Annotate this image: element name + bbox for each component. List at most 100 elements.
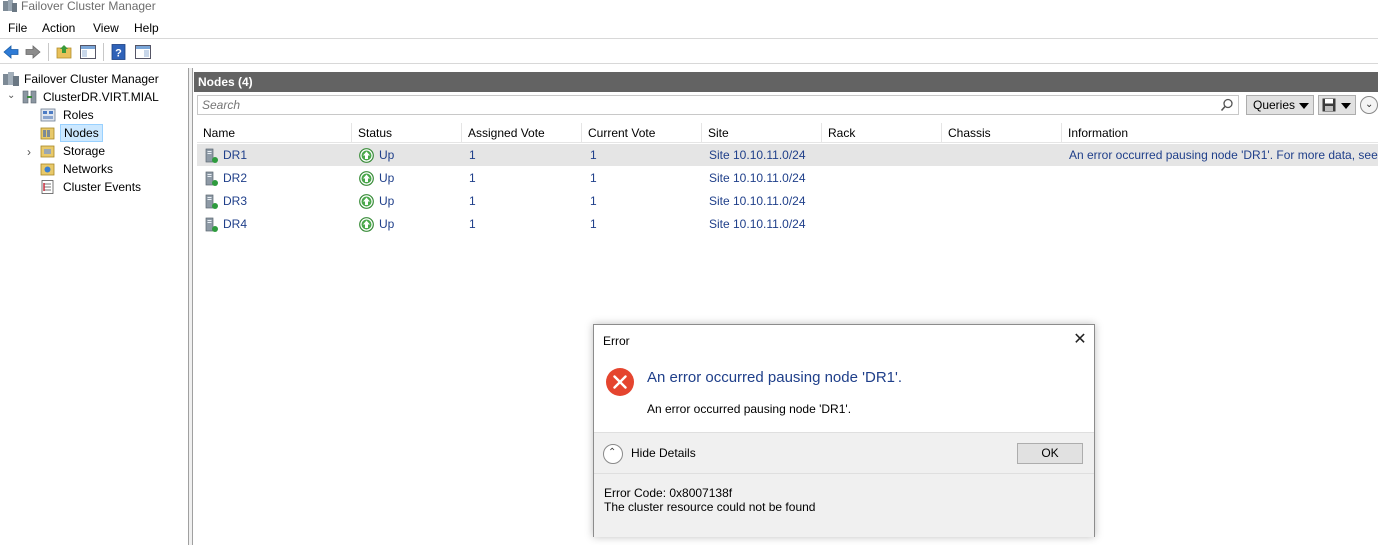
cell-name: DR1 bbox=[205, 144, 345, 166]
status-text: Up bbox=[379, 217, 395, 231]
table-row[interactable]: DR4 Up 1 1 Site 10.10.11.0/24 bbox=[197, 213, 1378, 235]
server-node-icon bbox=[205, 217, 218, 232]
storage-icon bbox=[40, 145, 55, 158]
cell-rack bbox=[829, 144, 939, 166]
chevron-up-icon[interactable]: ⌃ bbox=[603, 444, 623, 464]
search-icon[interactable] bbox=[1220, 98, 1234, 112]
tree-root-label: Failover Cluster Manager bbox=[24, 72, 159, 86]
networks-icon bbox=[40, 163, 55, 176]
tree-item-label: Nodes bbox=[60, 124, 103, 142]
cell-current-vote: 1 bbox=[590, 171, 597, 185]
cell-site: Site 10.10.11.0/24 bbox=[709, 217, 806, 231]
dialog-message: An error occurred pausing node 'DR1'. bbox=[647, 402, 852, 416]
column-header-name[interactable]: Name bbox=[197, 123, 352, 143]
ok-button[interactable]: OK bbox=[1017, 443, 1083, 464]
save-icon bbox=[1322, 98, 1336, 112]
cell-information bbox=[1069, 190, 1378, 212]
dialog-footer: ⌃ Hide Details OK Error Code: 0x8007138f… bbox=[594, 432, 1094, 537]
menu-view[interactable]: View bbox=[93, 20, 119, 36]
roles-icon bbox=[40, 108, 56, 122]
save-query-dropdown[interactable] bbox=[1318, 95, 1356, 115]
cluster-manager-icon bbox=[3, 0, 17, 12]
chevron-down-icon[interactable]: ⌄ bbox=[7, 90, 15, 101]
cell-current-vote: 1 bbox=[590, 194, 597, 208]
node-name: DR2 bbox=[223, 171, 248, 185]
tree-item-label: Networks bbox=[63, 162, 114, 176]
window-title: Failover Cluster Manager bbox=[21, 0, 156, 13]
collapse-search-button[interactable]: ⌄ bbox=[1360, 96, 1378, 114]
search-box[interactable] bbox=[197, 95, 1239, 115]
menu-action[interactable]: Action bbox=[42, 20, 75, 36]
error-details: Error Code: 0x8007138f The cluster resou… bbox=[604, 486, 815, 514]
column-header-status[interactable]: Status bbox=[352, 123, 462, 143]
tree-item-label: Roles bbox=[63, 108, 94, 122]
cell-assigned-vote: 1 bbox=[469, 217, 476, 231]
cell-site: Site 10.10.11.0/24 bbox=[709, 171, 806, 185]
dialog-title: Error bbox=[603, 334, 630, 348]
status-up-icon bbox=[359, 194, 374, 209]
toolbar: ? bbox=[0, 40, 1378, 64]
cell-status: Up bbox=[359, 144, 459, 166]
status-up-icon bbox=[359, 148, 374, 163]
hide-details-label[interactable]: Hide Details bbox=[631, 446, 696, 460]
cell-information bbox=[1069, 167, 1378, 189]
status-text: Up bbox=[379, 171, 395, 185]
status-up-icon bbox=[359, 217, 374, 232]
status-text: Up bbox=[379, 148, 395, 162]
close-icon[interactable]: ✕ bbox=[1072, 332, 1088, 348]
cell-rack bbox=[829, 167, 939, 189]
pane-header: Nodes (4) bbox=[194, 72, 1378, 92]
table-row[interactable]: DR1 Up 1 1 Site 10.10.11.0/24 An error o… bbox=[197, 144, 1378, 166]
cell-chassis bbox=[949, 167, 1059, 189]
nodes-icon bbox=[40, 127, 55, 140]
back-arrow-icon[interactable] bbox=[2, 43, 20, 61]
show-hide-tree-icon[interactable] bbox=[79, 43, 97, 61]
status-text: Up bbox=[379, 194, 395, 208]
menu-file[interactable]: File bbox=[8, 20, 27, 36]
column-header-assigned-vote[interactable]: Assigned Vote bbox=[462, 123, 582, 143]
menu-help[interactable]: Help bbox=[134, 20, 159, 36]
table-row[interactable]: DR3 Up 1 1 Site 10.10.11.0/24 bbox=[197, 190, 1378, 212]
table-row[interactable]: DR2 Up 1 1 Site 10.10.11.0/24 bbox=[197, 167, 1378, 189]
search-input[interactable] bbox=[202, 97, 1212, 113]
cell-status: Up bbox=[359, 190, 459, 212]
error-icon bbox=[606, 368, 634, 396]
grid-header: Name Status Assigned Vote Current Vote S… bbox=[197, 123, 1378, 143]
chevron-right-icon[interactable]: › bbox=[27, 145, 31, 159]
queries-dropdown[interactable]: Queries bbox=[1246, 95, 1314, 115]
column-header-rack[interactable]: Rack bbox=[822, 123, 942, 143]
cell-status: Up bbox=[359, 167, 459, 189]
dialog-heading: An error occurred pausing node 'DR1'. bbox=[647, 369, 903, 386]
cell-assigned-vote: 1 bbox=[469, 171, 476, 185]
column-header-chassis[interactable]: Chassis bbox=[942, 123, 1062, 143]
cell-rack bbox=[829, 190, 939, 212]
dropdown-arrow-icon bbox=[1341, 103, 1351, 109]
toolbar-separator bbox=[103, 43, 104, 61]
pane-splitter[interactable] bbox=[189, 68, 193, 545]
up-folder-icon[interactable] bbox=[55, 43, 73, 61]
column-header-information[interactable]: Information bbox=[1062, 123, 1362, 143]
cluster-manager-icon bbox=[3, 72, 19, 86]
node-name: DR1 bbox=[223, 148, 248, 162]
help-icon[interactable]: ? bbox=[110, 43, 128, 61]
cell-name: DR4 bbox=[205, 213, 345, 235]
action-pane-icon[interactable] bbox=[134, 43, 152, 61]
column-header-site[interactable]: Site bbox=[702, 123, 822, 143]
server-node-icon bbox=[205, 171, 218, 186]
server-node-icon bbox=[205, 148, 218, 163]
error-dialog: Error ✕ An error occurred pausing node '… bbox=[593, 324, 1095, 537]
cell-current-vote: 1 bbox=[590, 148, 597, 162]
forward-arrow-icon[interactable] bbox=[24, 43, 42, 61]
dropdown-arrow-icon bbox=[1299, 103, 1309, 109]
error-code: Error Code: 0x8007138f bbox=[604, 486, 733, 500]
cell-name: DR3 bbox=[205, 190, 345, 212]
cell-chassis bbox=[949, 213, 1059, 235]
cell-information bbox=[1069, 213, 1378, 235]
cell-status: Up bbox=[359, 213, 459, 235]
status-up-icon bbox=[359, 171, 374, 186]
cell-name: DR2 bbox=[205, 167, 345, 189]
column-header-current-vote[interactable]: Current Vote bbox=[582, 123, 702, 143]
cluster-icon bbox=[22, 90, 37, 104]
cluster-events-icon bbox=[41, 180, 54, 194]
error-description: The cluster resource could not be found bbox=[604, 500, 816, 514]
